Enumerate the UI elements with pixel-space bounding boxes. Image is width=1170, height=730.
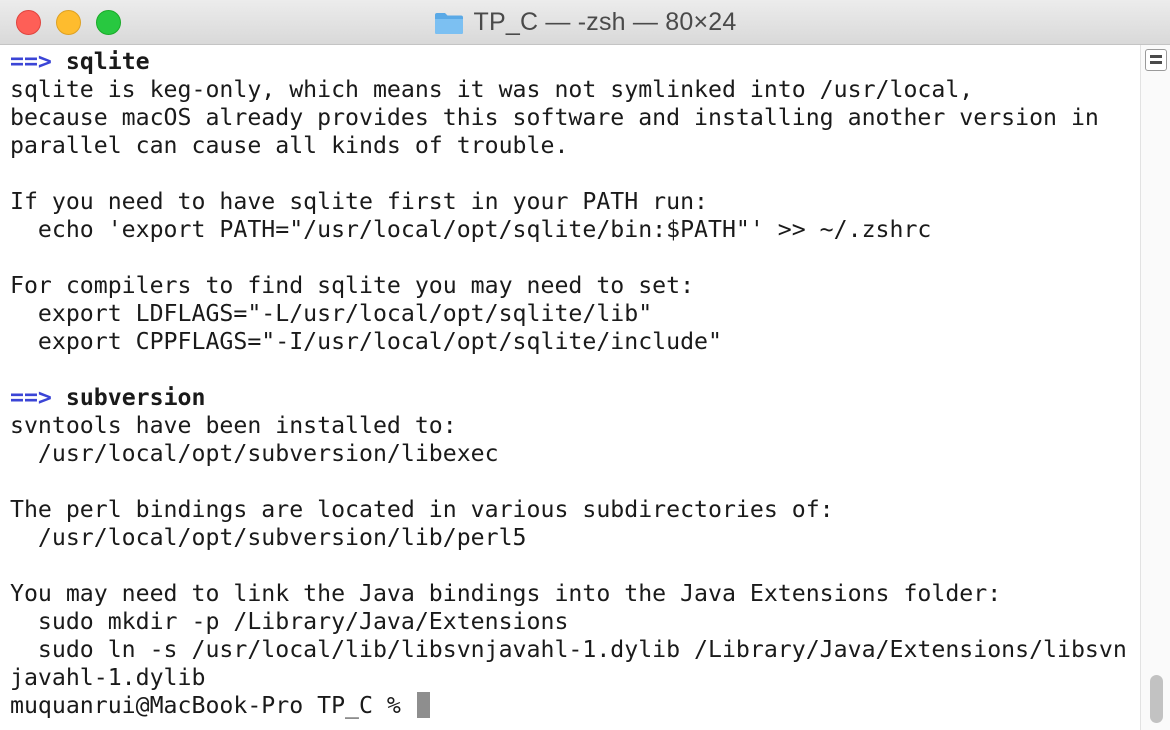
line-text: The perl bindings are located in various… [10, 496, 834, 523]
terminal-line: because macOS already provides this soft… [10, 104, 1127, 132]
terminal-line: javahl-1.dylib [10, 664, 1127, 692]
terminal-line: sudo mkdir -p /Library/Java/Extensions [10, 608, 1127, 636]
line-text: For compilers to find sqlite you may nee… [10, 272, 695, 299]
line-text: You may need to link the Java bindings i… [10, 580, 1002, 607]
line-text: /usr/local/opt/subversion/lib/perl5 [10, 524, 527, 551]
terminal-line: ==> sqlite [10, 48, 1127, 76]
line-text: export LDFLAGS="-L/usr/local/opt/sqlite/… [10, 300, 653, 327]
line-text: If you need to have sqlite first in your… [10, 188, 709, 215]
text-cursor [416, 692, 430, 718]
terminal-line: svntools have been installed to: [10, 412, 1127, 440]
section-title: subversion [65, 384, 206, 411]
section-title: sqlite [65, 48, 150, 75]
terminal-line: For compilers to find sqlite you may nee… [10, 272, 1127, 300]
terminal-line: The perl bindings are located in various… [10, 496, 1127, 524]
section-arrow: ==> [10, 48, 52, 75]
line-text: /usr/local/opt/subversion/libexec [10, 440, 499, 467]
line-text [52, 384, 66, 411]
split-pane-button[interactable] [1145, 49, 1167, 71]
shell-prompt: muquanrui@MacBook-Pro TP_C % [10, 692, 415, 719]
window-title: TP_C — -zsh — 80×24 [473, 8, 737, 36]
title-bar[interactable]: TP_C — -zsh — 80×24 [0, 0, 1170, 45]
terminal-line: export LDFLAGS="-L/usr/local/opt/sqlite/… [10, 300, 1127, 328]
line-text: svntools have been installed to: [10, 412, 457, 439]
terminal-line: If you need to have sqlite first in your… [10, 188, 1127, 216]
line-text: javahl-1.dylib [10, 664, 206, 691]
terminal-line: echo 'export PATH="/usr/local/opt/sqlite… [10, 216, 1127, 244]
scrollbar[interactable] [1140, 45, 1170, 730]
line-text: echo 'export PATH="/usr/local/opt/sqlite… [10, 216, 932, 243]
terminal-line: parallel can cause all kinds of trouble. [10, 132, 1127, 160]
terminal-line: sudo ln -s /usr/local/lib/libsvnjavahl-1… [10, 636, 1127, 664]
terminal-output-area[interactable]: ==> sqlite sqlite is keg-only, which mean… [0, 45, 1140, 730]
terminal-line: sqlite is keg-only, which means it was n… [10, 76, 1127, 104]
line-text: because macOS already provides this soft… [10, 104, 1099, 131]
line-text: sudo mkdir -p /Library/Java/Extensions [10, 608, 569, 635]
title-group: TP_C — -zsh — 80×24 [0, 0, 1170, 45]
section-arrow: ==> [10, 384, 52, 411]
terminal-line: ==> subversion [10, 384, 1127, 412]
terminal-line: /usr/local/opt/subversion/libexec [10, 440, 1127, 468]
line-text: parallel can cause all kinds of trouble. [10, 132, 569, 159]
line-text: export CPPFLAGS="-I/usr/local/opt/sqlite… [10, 328, 722, 355]
folder-icon [434, 13, 463, 34]
terminal-line: You may need to link the Java bindings i… [10, 580, 1127, 608]
terminal-line: /usr/local/opt/subversion/lib/perl5 [10, 524, 1127, 552]
line-text: sqlite is keg-only, which means it was n… [10, 76, 974, 103]
line-text [52, 48, 66, 75]
terminal-text: ==> sqlite sqlite is keg-only, which mean… [10, 48, 1127, 720]
prompt-line[interactable]: muquanrui@MacBook-Pro TP_C % [10, 692, 1127, 720]
terminal-window: TP_C — -zsh — 80×24 ==> sqlite sqlite is … [0, 0, 1170, 730]
line-text: sudo ln -s /usr/local/lib/libsvnjavahl-1… [10, 636, 1127, 663]
scroll-thumb[interactable] [1150, 675, 1163, 723]
terminal-line: export CPPFLAGS="-I/usr/local/opt/sqlite… [10, 328, 1127, 356]
